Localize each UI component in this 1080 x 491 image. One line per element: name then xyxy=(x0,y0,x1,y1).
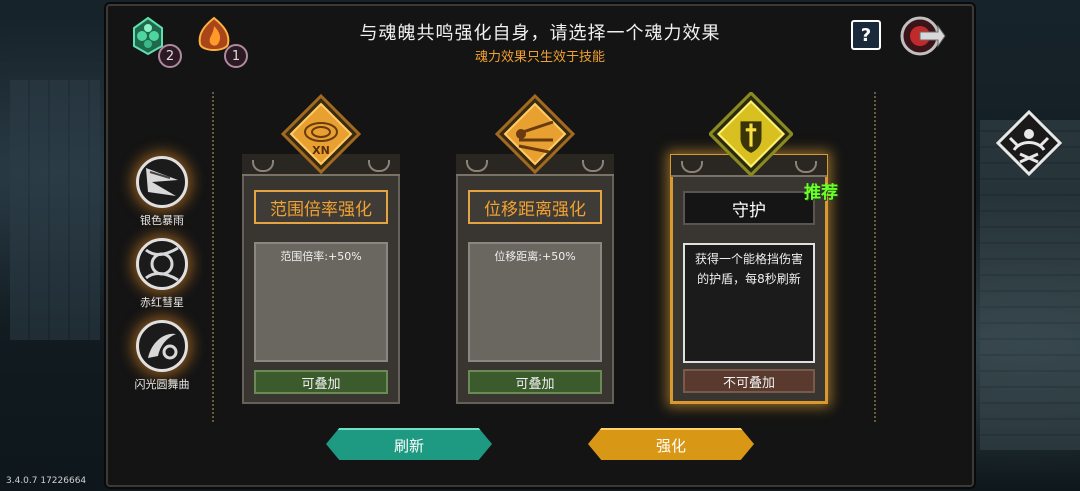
shield-sword-icon xyxy=(709,92,793,176)
silver-storm-icon xyxy=(136,156,188,208)
range-ripple-icon: XN xyxy=(281,94,361,174)
skill-silver-storm[interactable]: 银色暴雨 xyxy=(132,156,192,228)
effect-card-dash[interactable]: 位移距离强化 位移距离:+50% 可叠加 xyxy=(456,154,614,404)
card-title: 范围倍率强化 xyxy=(254,190,388,224)
effect-card-range[interactable]: 范围倍率强化 范围倍率:+50% 可叠加 xyxy=(242,154,400,404)
card-description: 范围倍率:+50% xyxy=(254,242,388,362)
lineage-emblem-icon[interactable] xyxy=(996,110,1062,176)
card-title: 位移距离强化 xyxy=(468,190,602,224)
range-icon-label: XN xyxy=(312,144,330,157)
skill-label: 银色暴雨 xyxy=(140,214,184,227)
card-title: 守护 xyxy=(683,191,815,225)
card-description: 位移距离:+50% xyxy=(468,242,602,362)
divider-left xyxy=(212,92,214,422)
recommend-badge: 推荐 xyxy=(804,183,838,203)
skill-crimson-comet[interactable]: 赤红彗星 xyxy=(132,238,192,310)
dash-distance-icon xyxy=(495,94,575,174)
divider-right xyxy=(874,92,876,422)
refresh-button[interactable]: 刷新 xyxy=(326,428,492,460)
skill-label: 赤红彗星 xyxy=(140,296,184,309)
skill-label: 闪光圆舞曲 xyxy=(134,378,190,391)
crimson-comet-icon xyxy=(136,238,188,290)
soul-resonance-panel: 2 1 与魂魄共鸣强化自身，请选择一个魂力效果 魂力效果只生效于技能 ? 银色暴… xyxy=(106,4,1062,487)
game-screen: 2 1 与魂魄共鸣强化自身，请选择一个魂力效果 魂力效果只生效于技能 ? 银色暴… xyxy=(0,0,1080,491)
card-stack-status: 不可叠加 xyxy=(683,369,815,393)
help-button[interactable]: ? xyxy=(851,20,881,50)
card-description: 获得一个能格挡伤害的护盾，每8秒刷新 xyxy=(683,243,815,363)
page-title: 与魂魄共鸣强化自身，请选择一个魂力效果 xyxy=(359,23,721,44)
skill-flash-waltz[interactable]: 闪光圆舞曲 xyxy=(132,320,192,392)
flash-waltz-icon xyxy=(136,320,188,372)
card-stack-status: 可叠加 xyxy=(254,370,388,394)
background-wall xyxy=(10,80,100,340)
enhance-button[interactable]: 强化 xyxy=(588,428,754,460)
exit-arrow-icon[interactable] xyxy=(898,12,946,60)
version-label: 3.4.0.7 17226664 xyxy=(6,476,87,486)
card-stack-status: 可叠加 xyxy=(468,370,602,394)
page-subtitle: 魂力效果只生效于技能 xyxy=(474,50,605,65)
